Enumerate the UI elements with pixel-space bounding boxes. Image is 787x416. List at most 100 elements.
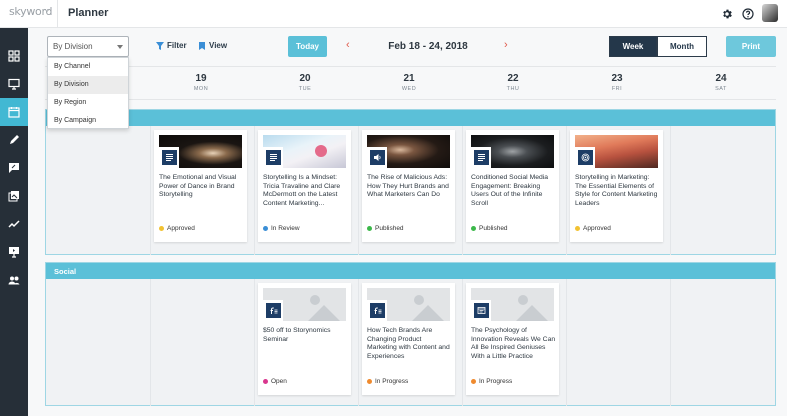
card-status: In Progress (367, 378, 408, 385)
card-title: Storytelling Is a Mindset: Tricia Traval… (263, 174, 341, 207)
day-column-divider (670, 279, 671, 406)
card-type-badge (575, 147, 595, 168)
day-number: 23 (611, 73, 623, 84)
day-column-divider (566, 279, 567, 406)
users-icon (8, 276, 20, 285)
page-title: Planner (68, 7, 109, 19)
bookmark-icon (199, 41, 205, 50)
article-icon (477, 154, 485, 161)
print-button[interactable]: Print (726, 36, 776, 57)
day-column-divider (150, 126, 151, 255)
previous-week-arrow-icon[interactable]: ‹ (346, 39, 350, 51)
day-column-divider (254, 126, 255, 255)
filter-button[interactable]: Filter (156, 41, 187, 50)
menu-item-by-division[interactable]: By Division (48, 76, 128, 94)
card-status: Published (471, 225, 508, 232)
day-column-header: 20 TUE (253, 67, 357, 101)
sidebar-item-planner[interactable] (0, 98, 28, 126)
content-card[interactable]: The Emotional and Visual Power of Dance … (154, 130, 247, 242)
day-column-header: 21 WED (357, 67, 461, 101)
sidebar-item-dashboard[interactable] (0, 42, 28, 70)
menu-item-by-region[interactable]: By Region (48, 94, 128, 112)
status-label: Approved (167, 225, 195, 232)
status-label: Open (271, 378, 287, 385)
audio-icon (373, 154, 381, 161)
card-type-badge (367, 300, 387, 321)
content-card[interactable]: Conditioned Social Media Engagement: Bre… (466, 130, 559, 242)
help-icon[interactable] (742, 8, 754, 20)
group-by-menu: By Channel By Division By Region By Camp… (47, 57, 129, 129)
gallery-icon (8, 191, 19, 202)
grid-icon (8, 50, 20, 62)
content-card[interactable]: The Psychology of Innovation Reveals We … (466, 283, 559, 395)
status-dot (471, 226, 476, 231)
day-column-header: 19 MON (149, 67, 253, 101)
top-divider (57, 0, 58, 28)
sidebar-item-presentations[interactable] (0, 238, 28, 266)
status-dot (367, 226, 372, 231)
facebook-post-icon (270, 307, 277, 314)
status-label: In Progress (479, 378, 513, 385)
card-title: The Psychology of Innovation Reveals We … (471, 327, 556, 360)
podcast-icon (581, 153, 589, 162)
day-column-divider (566, 126, 567, 255)
day-number: 21 (403, 73, 415, 84)
brand-chevron-down-icon[interactable]: ⌵ (44, 5, 50, 15)
day-number: 20 (299, 73, 311, 84)
status-label: Published (479, 225, 508, 232)
card-type-badge (263, 147, 283, 168)
day-column-header: 22 THU (461, 67, 565, 101)
day-of-week: FRI (611, 86, 623, 92)
view-button[interactable]: View (198, 41, 227, 50)
today-button[interactable]: Today (288, 36, 327, 57)
card-type-badge (471, 147, 491, 168)
day-of-week: THU (506, 86, 520, 92)
next-week-arrow-icon[interactable]: › (504, 39, 508, 51)
card-status: In Review (263, 225, 300, 232)
status-dot (575, 226, 580, 231)
day-column-divider (462, 279, 463, 406)
day-column-divider (670, 126, 671, 255)
filter-label: Filter (167, 41, 187, 50)
sidebar-item-team[interactable] (0, 266, 28, 294)
status-dot (263, 379, 268, 384)
gear-icon[interactable] (721, 8, 733, 20)
content-card[interactable]: How Tech Brands Are Changing Product Mar… (362, 283, 455, 395)
status-dot (471, 379, 476, 384)
day-of-week: WED (401, 86, 417, 92)
sidebar-item-write[interactable] (0, 126, 28, 154)
article-icon (269, 154, 277, 161)
week-view-button[interactable]: Week (609, 36, 657, 57)
month-view-button[interactable]: Month (657, 36, 707, 57)
group-header[interactable]: Social (46, 263, 775, 279)
view-label: View (209, 41, 228, 50)
sidebar-item-monitor[interactable] (0, 70, 28, 98)
card-status: Approved (575, 225, 611, 232)
group-header[interactable] (46, 110, 775, 126)
pencil-icon (10, 135, 19, 144)
menu-item-by-channel[interactable]: By Channel (48, 58, 128, 76)
content-card[interactable]: Storytelling Is a Mindset: Tricia Traval… (258, 130, 351, 242)
content-card[interactable]: Storytelling in Marketing: The Essential… (570, 130, 663, 242)
group-by-select[interactable]: By Division (47, 36, 129, 57)
content-card[interactable]: $50 off to Storynomics Seminar Open (258, 283, 351, 395)
group-by-value: By Division (53, 42, 93, 51)
menu-item-by-campaign[interactable]: By Campaign (48, 112, 128, 130)
sidebar (0, 28, 28, 416)
user-avatar[interactable] (762, 4, 778, 22)
card-status: In Progress (471, 378, 512, 385)
day-column-divider (150, 279, 151, 406)
sidebar-item-analytics[interactable] (0, 210, 28, 238)
day-of-week: SAT (715, 86, 727, 92)
monitor-icon (8, 78, 20, 90)
sidebar-item-comments[interactable] (0, 154, 28, 182)
card-type-badge (367, 147, 387, 168)
content-card[interactable]: The Rise of Malicious Ads: How They Hurt… (362, 130, 455, 242)
chevron-down-icon (117, 45, 123, 49)
day-number: 24 (715, 73, 727, 84)
status-dot (367, 379, 372, 384)
card-type-badge (471, 300, 491, 321)
date-range: Feb 18 - 24, 2018 (388, 41, 468, 52)
content-group-social: Social $50 off to Storynomics Seminar Op… (45, 262, 776, 406)
sidebar-item-media[interactable] (0, 182, 28, 210)
